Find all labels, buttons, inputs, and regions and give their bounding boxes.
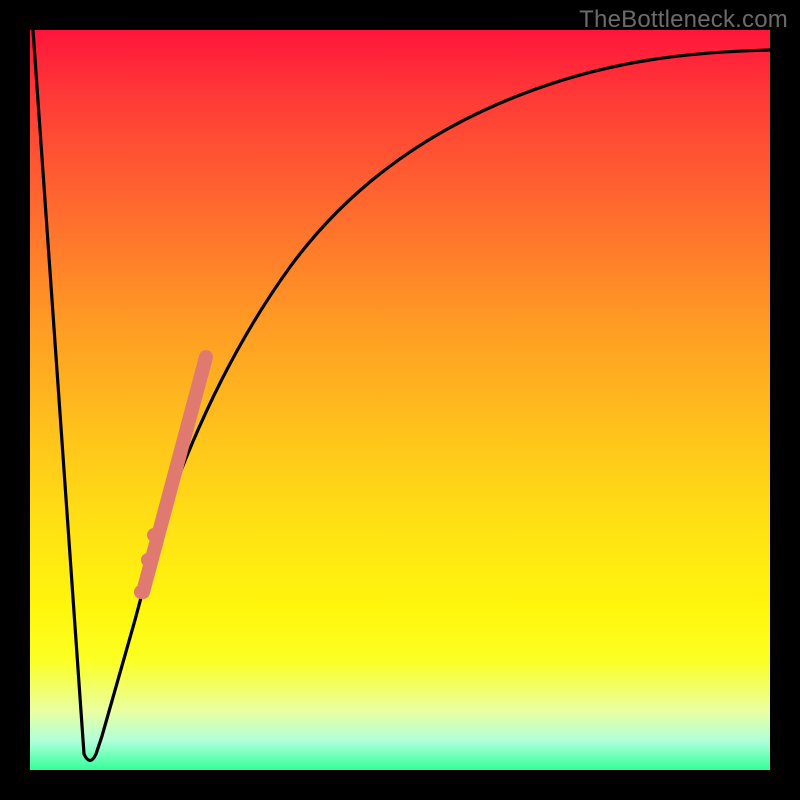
highlight-dot <box>147 528 161 542</box>
curve-svg <box>30 30 770 770</box>
highlight-dot <box>134 585 148 599</box>
bottleneck-curve <box>33 30 770 761</box>
highlight-dot <box>141 553 155 567</box>
bottleneck-curve-group <box>33 30 770 761</box>
chart-container: TheBottleneck.com <box>0 0 800 800</box>
plot-area <box>30 30 770 770</box>
